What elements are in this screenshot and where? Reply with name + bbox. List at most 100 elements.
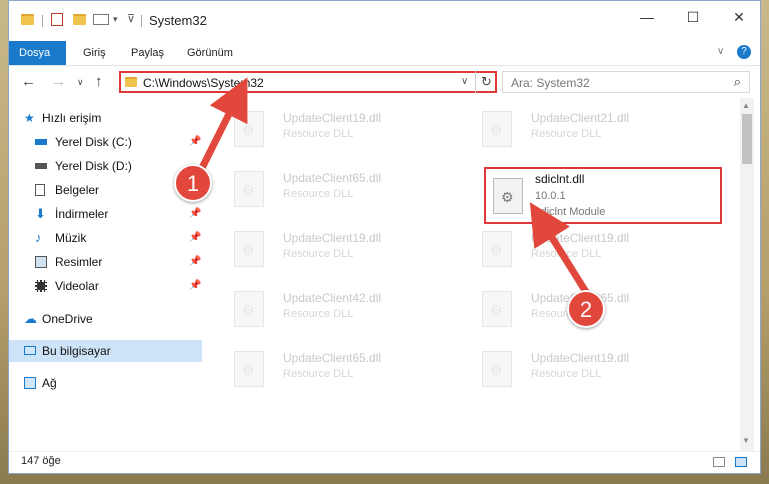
- file-name: sdiclnt.dll: [535, 172, 585, 186]
- file-version: 10.0.1: [535, 190, 566, 202]
- file-name: UpdateClient19.dll: [283, 231, 382, 245]
- scroll-up-icon[interactable]: ▲: [742, 101, 750, 110]
- new-folder-icon[interactable]: [73, 14, 86, 25]
- dll-file-icon: [482, 351, 512, 387]
- help-icon[interactable]: ?: [737, 45, 751, 59]
- file-item[interactable]: UpdateClient19.dll Resource DLL: [462, 227, 692, 277]
- large-icons-view-icon[interactable]: [735, 457, 747, 467]
- sidebar-item-label: Videolar: [55, 279, 99, 293]
- highlighted-file-item[interactable]: sdiclnt.dll 10.0.1 sdiclnt Module: [484, 167, 722, 224]
- file-description: Resource DLL: [531, 248, 602, 260]
- drive-icon: [35, 139, 47, 145]
- close-button[interactable]: ✕: [716, 1, 762, 33]
- recent-locations-icon[interactable]: ∨: [77, 77, 84, 88]
- minimize-button[interactable]: —: [624, 1, 670, 33]
- step-badge-2: 2: [567, 290, 605, 328]
- sidebar-item-label: İndirmeler: [55, 207, 109, 221]
- forward-arrow-icon[interactable]: →: [51, 73, 66, 90]
- file-name: UpdateClient42.dll: [283, 291, 382, 305]
- dll-file-icon: [482, 291, 512, 327]
- file-description: Resource DLL: [283, 128, 354, 140]
- chevron-down-icon[interactable]: ∨: [461, 76, 468, 87]
- expand-ribbon-icon[interactable]: ∨: [717, 46, 724, 57]
- pin-icon[interactable]: 📌: [189, 131, 201, 153]
- sidebar-item-label: Belgeler: [55, 183, 100, 197]
- drive-icon: [35, 163, 47, 169]
- file-item[interactable]: UpdateClient65.dll Resource DLL: [214, 347, 444, 397]
- address-path[interactable]: C:\Windows\System32: [143, 76, 264, 90]
- sidebar-item-this-pc[interactable]: Bu bilgisayar: [9, 340, 202, 362]
- pin-icon[interactable]: 📌: [189, 203, 201, 225]
- file-description: Resource DLL: [531, 368, 602, 380]
- dll-file-icon: [482, 231, 512, 267]
- sidebar-item-pictures[interactable]: Resimler 📌: [9, 251, 202, 273]
- file-description: sdiclnt Module: [535, 206, 606, 218]
- sidebar-item-downloads[interactable]: ⬇ İndirmeler 📌: [9, 203, 202, 225]
- sidebar-item-label: Ağ: [42, 376, 57, 390]
- details-view-icon[interactable]: [713, 457, 725, 467]
- folder-icon: [125, 77, 137, 87]
- dll-file-icon: [234, 111, 264, 147]
- sidebar-item-local-disk-c[interactable]: Yerel Disk (C:) 📌: [9, 131, 202, 153]
- file-item[interactable]: UpdateClient42.dll Resource DLL: [214, 287, 444, 337]
- refresh-icon[interactable]: ↻: [481, 74, 492, 90]
- customize-toolbar-icon[interactable]: ⊽: [127, 12, 135, 25]
- sidebar-item-music[interactable]: ♪ Müzik 📌: [9, 227, 202, 249]
- dll-file-icon: [234, 351, 264, 387]
- sidebar-item-label: Yerel Disk (D:): [55, 159, 132, 173]
- search-icon[interactable]: ⌕: [734, 74, 741, 90]
- dll-file-icon: [234, 171, 264, 207]
- back-arrow-icon[interactable]: ←: [21, 73, 36, 90]
- download-icon: ⬇: [35, 206, 46, 221]
- address-bar[interactable]: C:\Windows\System32 ∨ ↻: [119, 71, 497, 93]
- file-item[interactable]: UpdateClient19.dll Resource DLL: [214, 107, 444, 157]
- sidebar-item-onedrive[interactable]: ☁ OneDrive: [9, 308, 202, 330]
- divider: [475, 71, 476, 93]
- chevron-down-icon[interactable]: ▾: [113, 14, 118, 25]
- divider: [141, 15, 142, 27]
- sidebar-item-local-disk-d[interactable]: Yerel Disk (D:): [9, 155, 202, 177]
- sidebar-item-network[interactable]: Ağ: [9, 372, 202, 394]
- file-item[interactable]: UpdateClient21.dll Resource DLL: [462, 107, 692, 157]
- pin-icon[interactable]: 📌: [189, 251, 201, 273]
- scroll-thumb[interactable]: [742, 114, 752, 164]
- divider: [42, 15, 43, 27]
- step-badge-1: 1: [174, 164, 212, 202]
- star-icon: ★: [24, 111, 35, 125]
- properties-icon[interactable]: [51, 13, 63, 26]
- pin-icon[interactable]: 📌: [189, 275, 201, 297]
- file-name: UpdateClient65.dll: [283, 171, 382, 185]
- quick-access-toolbar-icon[interactable]: [93, 14, 109, 25]
- dll-file-icon: [493, 178, 523, 214]
- file-item[interactable]: UpdateClient19.dll Resource DLL: [462, 347, 692, 397]
- file-list: UpdateClient19.dll Resource DLL UpdateCl…: [214, 101, 739, 451]
- scroll-down-icon[interactable]: ▼: [742, 436, 750, 445]
- network-icon: [24, 377, 36, 389]
- search-box[interactable]: Ara: System32 ⌕: [502, 71, 750, 93]
- pin-icon[interactable]: 📌: [189, 227, 201, 249]
- file-name: UpdateClient19.dll: [283, 111, 382, 125]
- cloud-icon: ☁: [24, 311, 37, 326]
- file-description: Resource DLL: [283, 368, 354, 380]
- tab-home[interactable]: Giriş: [73, 41, 116, 65]
- sidebar-item-label: Yerel Disk (C:): [55, 135, 132, 149]
- sidebar-item-videos[interactable]: Videolar 📌: [9, 275, 202, 297]
- ribbon: Dosya Giriş Paylaş Görünüm ∨ ?: [9, 41, 760, 66]
- maximize-button[interactable]: ☐: [670, 1, 716, 33]
- sidebar-item-label: OneDrive: [42, 312, 93, 326]
- file-description: Resource DLL: [283, 308, 354, 320]
- videos-icon: [35, 280, 47, 292]
- file-description: Resource DLL: [283, 248, 354, 260]
- search-input[interactable]: Ara: System32: [511, 76, 590, 90]
- vertical-scrollbar[interactable]: ▲ ▼: [740, 98, 754, 451]
- file-item[interactable]: UpdateClient19.dll Resource DLL: [214, 227, 444, 277]
- documents-icon: [35, 184, 45, 196]
- file-item[interactable]: UpdateClient65.dll Resource DLL: [214, 167, 444, 217]
- sidebar-item-quick-access[interactable]: ★ Hızlı erişim: [9, 107, 202, 129]
- tab-view[interactable]: Görünüm: [177, 41, 243, 65]
- tab-share[interactable]: Paylaş: [121, 41, 174, 65]
- sidebar-item-label: Bu bilgisayar: [42, 344, 111, 358]
- dll-file-icon: [234, 231, 264, 267]
- up-arrow-icon[interactable]: ↑: [95, 73, 103, 90]
- tab-file[interactable]: Dosya: [9, 41, 66, 65]
